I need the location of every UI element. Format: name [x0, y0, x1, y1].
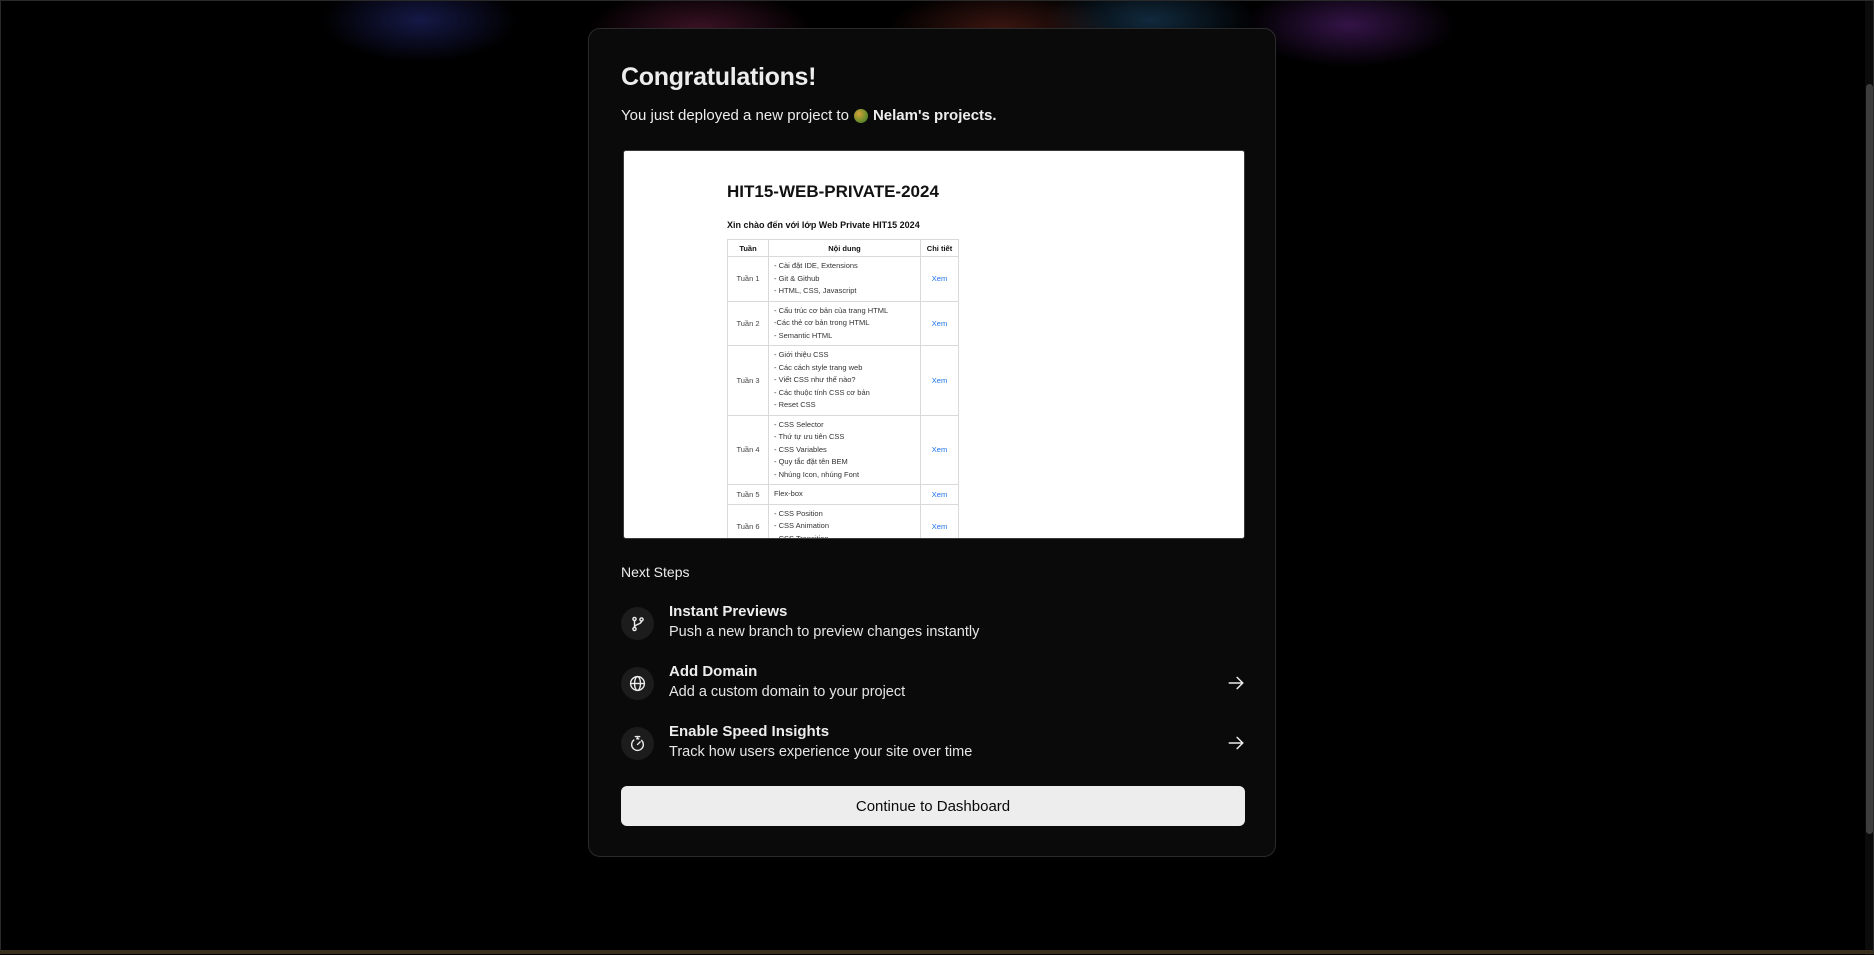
table-row: Tuần 4 - CSS Selector - Thứ tự ưu tiên CSS…: [727, 414, 959, 485]
column-header-content: Nội dung: [768, 239, 921, 257]
content-cell: - CSS Position - CSS Animation - CSS Trans…: [768, 503, 921, 539]
detail-cell: Xem: [920, 414, 959, 485]
step-text: Instant Previews Push a new branch to pr…: [669, 602, 979, 642]
page-title: Congratulations!: [621, 63, 817, 91]
content-line: - CSS Position: [774, 508, 823, 518]
table-row: Tuần 2 - Cấu trúc cơ bản của trang HTML -C…: [727, 300, 959, 346]
arrow-right-icon[interactable]: [1227, 734, 1245, 752]
content-line: - Git & Github: [774, 273, 820, 283]
week-cell: Tuần 2: [727, 300, 769, 346]
stopwatch-icon: [621, 727, 654, 760]
week-cell: Tuần 3: [727, 345, 769, 416]
view-link[interactable]: Xem: [932, 274, 947, 283]
detail-cell: Xem: [920, 484, 959, 505]
scrollbar-thumb[interactable]: [1866, 84, 1873, 834]
week-cell: Tuần 4: [727, 414, 769, 485]
step-title: Add Domain: [669, 663, 758, 680]
step-title: Enable Speed Insights: [669, 723, 830, 740]
scrollbar[interactable]: [1865, 0, 1874, 955]
deploy-success-card: Congratulations! You just deployed a new…: [588, 28, 1276, 857]
preview-subtitle: Xin chào đến với lớp Web Private HIT15 2…: [727, 220, 920, 230]
content-cell: - CSS Selector - Thứ tự ưu tiên CSS - CSS …: [768, 414, 921, 485]
table-row: Tuần 3 - Giới thiệu CSS - Các cách style t…: [727, 345, 959, 416]
next-steps-heading: Next Steps: [621, 564, 690, 580]
content-cell: Flex-box: [768, 484, 921, 505]
content-line: - Cấu trúc cơ bản của trang HTML: [774, 305, 889, 315]
content-line: - CSS Transition: [774, 533, 829, 539]
content-line: - Viết CSS như thế nào?: [774, 375, 856, 384]
preview-table: Tuần Nội dung Chi tiết Tuần 1- Cài đặt I…: [727, 239, 959, 539]
view-link[interactable]: Xem: [932, 490, 947, 499]
step-instant-previews: Instant Previews Push a new branch to pr…: [621, 602, 1245, 646]
content-line: - Cài đặt IDE, Extensions: [774, 261, 858, 270]
content-line: - CSS Animation: [774, 521, 830, 530]
content-line: - Reset CSS: [774, 400, 816, 409]
detail-cell: Xem: [920, 345, 959, 416]
content-line: -Các thẻ cơ bản trong HTML: [774, 318, 870, 327]
column-header-detail: Chi tiết: [920, 239, 959, 257]
table-row: Tuần 5 Flex-box Xem: [727, 484, 959, 505]
content-cell: - Giới thiệu CSS - Các cách style trang w…: [768, 345, 921, 416]
team-avatar: [853, 108, 868, 123]
content-line: - Nhúng Icon, nhúng Font: [774, 469, 860, 479]
subtitle-prefix: You just deployed a new project to: [621, 107, 849, 124]
preview-title: HIT15-WEB-PRIVATE-2024: [727, 182, 939, 201]
view-link[interactable]: Xem: [932, 319, 947, 328]
team-name[interactable]: Nelam's projects.: [873, 107, 997, 124]
detail-cell: Xem: [920, 300, 959, 346]
content-cell: - Cài đặt IDE, Extensions - Git & Github -…: [768, 256, 921, 302]
content-line: - Các cách style trang web: [774, 362, 863, 372]
week-cell: Tuần 1: [727, 256, 769, 302]
column-header-week: Tuần: [727, 239, 769, 257]
content-line: - Giới thiệu CSS: [774, 350, 829, 359]
step-description: Track how users experience your site ove…: [669, 744, 973, 760]
content-line: - HTML, CSS, Javascript: [774, 286, 857, 295]
view-link[interactable]: Xem: [932, 376, 947, 385]
content-line: - Thứ tự ưu tiên CSS: [774, 432, 845, 441]
view-link[interactable]: Xem: [932, 522, 947, 531]
globe-icon: [621, 667, 654, 700]
week-cell: Tuần 5: [727, 484, 769, 505]
content-line: - Các thuộc tính CSS cơ bản: [774, 387, 870, 397]
deployment-preview[interactable]: HIT15-WEB-PRIVATE-2024 Xin chào đến với …: [623, 150, 1245, 539]
step-description: Add a custom domain to your project: [669, 684, 906, 700]
git-branch-icon: [621, 607, 654, 640]
week-cell: Tuần 6: [727, 503, 769, 538]
step-title: Instant Previews: [669, 603, 788, 620]
content-line: - CSS Selector: [774, 419, 824, 429]
table-row: Tuần 1 - Cài đặt IDE, Extensions - Git & G…: [727, 256, 959, 302]
content-line: - Quy tắc đặt tên BEM: [774, 457, 848, 466]
step-text: Enable Speed Insights Track how users ex…: [669, 722, 972, 762]
content-line: - Semantic HTML: [774, 330, 833, 340]
step-add-domain[interactable]: Add Domain Add a custom domain to your p…: [621, 662, 1245, 706]
preview-table-body: Tuần 1 - Cài đặt IDE, Extensions - Git & G…: [727, 256, 959, 539]
table-row: Tuần 6- CSS Position - CSS Animation - CSS…: [727, 503, 959, 539]
step-speed-insights[interactable]: Enable Speed Insights Track how users ex…: [621, 722, 1245, 766]
content-line: Flex-box: [774, 489, 803, 498]
detail-cell: Xem: [920, 256, 959, 302]
arrow-right-icon[interactable]: [1227, 674, 1245, 692]
content-cell: - Cấu trúc cơ bản của trang HTML -Các thẻ…: [768, 300, 921, 346]
step-description: Push a new branch to preview changes ins…: [669, 624, 980, 640]
deploy-subtitle: You just deployed a new project to Nelam…: [621, 107, 997, 124]
continue-to-dashboard-button[interactable]: Continue to Dashboard: [621, 786, 1245, 826]
view-link[interactable]: Xem: [932, 445, 947, 454]
step-text: Add Domain Add a custom domain to your p…: [669, 662, 905, 702]
preview-table-header: Tuần Nội dung Chi tiết: [727, 239, 959, 257]
detail-cell: Xem: [920, 503, 959, 538]
content-line: - CSS Variables: [774, 444, 827, 454]
